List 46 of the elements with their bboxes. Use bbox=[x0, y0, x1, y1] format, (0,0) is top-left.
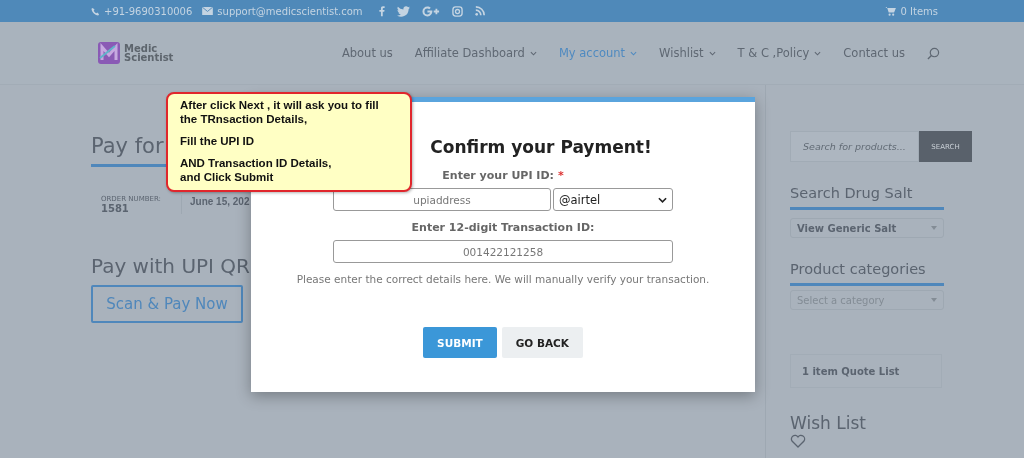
search-field[interactable]: Search for products... bbox=[790, 131, 919, 162]
cart-icon[interactable] bbox=[885, 6, 897, 16]
transaction-id-field[interactable]: 001422121258 bbox=[333, 240, 673, 263]
phone-icon bbox=[91, 6, 100, 16]
nav-link[interactable]: My account bbox=[558, 46, 638, 60]
scan-pay-button[interactable]: Scan & Pay Now bbox=[91, 285, 243, 323]
nav-link[interactable]: Affiliate Dashboard bbox=[414, 46, 537, 60]
order-date: June 15, 202 bbox=[190, 196, 250, 207]
widget-title: Wish List bbox=[790, 413, 867, 433]
submit-button[interactable]: SUBMIT bbox=[423, 327, 497, 358]
help-text: Please enter the correct details here. We will manually verify your transaction. bbox=[296, 273, 710, 285]
google-plus-icon[interactable] bbox=[421, 5, 440, 17]
callout-text: Fill the UPI ID bbox=[180, 134, 256, 148]
instagram-icon[interactable] bbox=[451, 5, 463, 17]
nav-link[interactable]: Contact us bbox=[843, 46, 905, 60]
nav-link[interactable]: About us bbox=[341, 46, 393, 60]
rss-icon[interactable] bbox=[474, 6, 485, 16]
widget-title: Product categories bbox=[790, 260, 927, 278]
modal-title: Confirm your Payment! bbox=[429, 136, 652, 158]
dropdown-arrow-icon bbox=[931, 226, 937, 230]
callout-text: After click Next , it will ask you to fill the TRnsaction Details, bbox=[180, 98, 380, 126]
field-label: Enter 12-digit Transaction ID: bbox=[411, 221, 595, 234]
bird-icon[interactable] bbox=[396, 5, 410, 17]
required-mark: * bbox=[557, 169, 564, 182]
nav-link[interactable]: T & C ,Policy bbox=[737, 46, 822, 60]
search-icon[interactable] bbox=[927, 46, 940, 60]
select-dropdown[interactable]: View Generic Salt bbox=[790, 218, 944, 238]
quote-list-link[interactable]: 1 item Quote List bbox=[790, 354, 942, 388]
facebook-icon[interactable] bbox=[378, 5, 385, 17]
dropdown-arrow-icon bbox=[931, 298, 937, 302]
chevron-down-icon bbox=[658, 196, 667, 203]
cart-count[interactable]: 0 Items bbox=[900, 5, 938, 17]
mail-icon bbox=[202, 7, 214, 15]
callout-text: AND Transaction ID Details, and Click Submit bbox=[180, 156, 333, 184]
nav-link[interactable]: Wishlist bbox=[659, 46, 716, 60]
heart-icon bbox=[790, 434, 806, 448]
phone-number: +91-9690310006 bbox=[104, 5, 193, 17]
widget-title: Search Drug Salt bbox=[790, 184, 914, 202]
go-back-button[interactable]: GO BACK bbox=[501, 327, 583, 358]
page-title: Pay for bbox=[91, 133, 164, 160]
logo-icon bbox=[97, 41, 121, 65]
field-label: Enter your UPI ID: bbox=[442, 169, 554, 182]
logo-text: Medic Scientist bbox=[124, 44, 174, 62]
email-address[interactable]: support@medicscientist.com bbox=[217, 5, 363, 17]
order-number: 1581 bbox=[101, 203, 130, 214]
provider-select[interactable]: @airtel bbox=[553, 188, 673, 211]
